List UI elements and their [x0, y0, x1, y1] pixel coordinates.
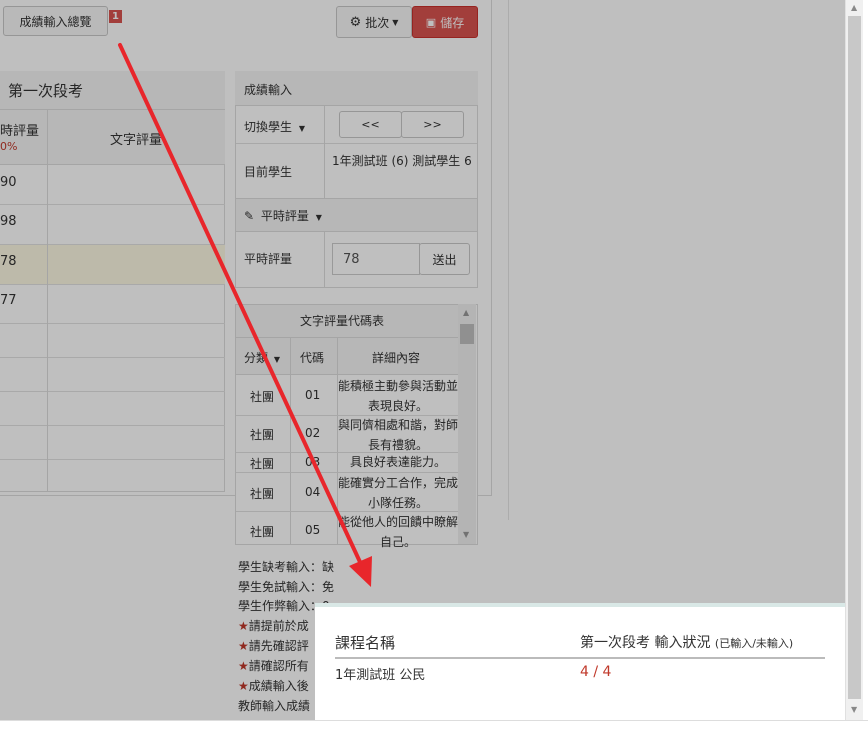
popup-row-course: 1年測試班 公民 [335, 668, 426, 683]
arrow-shaft [118, 43, 362, 564]
bottom-edge [0, 720, 868, 736]
page: 成績輸入總覽 1 ⚙ 批次 ▼ ▣ 儲存 第一次段考 時評量 0% 文字評量 9… [0, 0, 845, 720]
scroll-down-arrow-icon[interactable]: ▼ [851, 705, 857, 714]
popup-col-course: 課程名稱 [335, 634, 396, 652]
popup-col-status: 第一次段考 輸入狀況 (已輸入/未輸入) [580, 632, 793, 652]
popup-col-status-hint: (已輸入/未輸入) [714, 637, 794, 650]
popup-col-status-label: 第一次段考 輸入狀況 [580, 635, 711, 651]
page-scrollbar[interactable]: ▲ ▼ [845, 0, 863, 720]
status-popup: 課程名稱 第一次段考 輸入狀況 (已輸入/未輸入) 1年測試班 公民 4 / 4 [315, 603, 845, 720]
scroll-up-arrow-icon[interactable]: ▲ [851, 3, 857, 12]
popup-row-status: 4 / 4 [580, 664, 612, 680]
popup-divider [335, 657, 825, 659]
scroll-thumb[interactable] [848, 16, 861, 699]
